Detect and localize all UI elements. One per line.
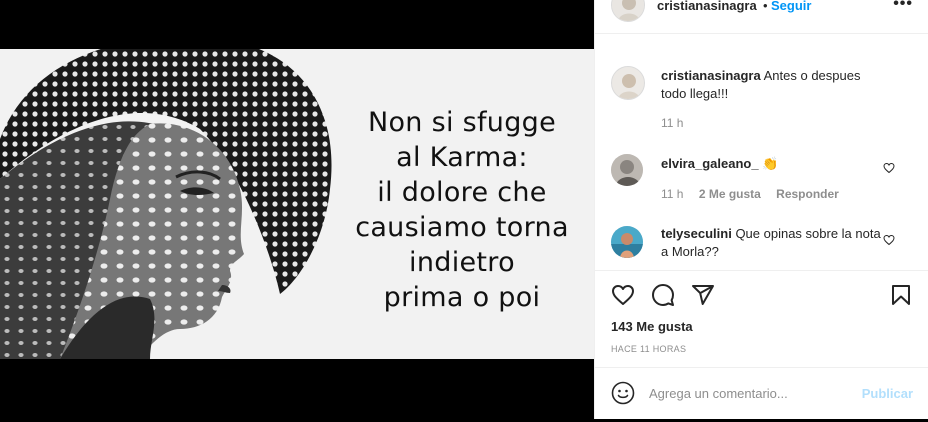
quote-line: al Karma: <box>396 142 528 173</box>
comment-username[interactable]: cristianasinagra <box>661 68 761 83</box>
instagram-post-view: Non si sfugge al Karma: il dolore che ca… <box>0 0 928 419</box>
comment-time[interactable]: 11 h <box>661 187 683 201</box>
more-options-icon[interactable]: ••• <box>893 0 913 13</box>
separator-dot: • <box>763 0 768 13</box>
comment-meta: 11 h 2 Me gusta Responder <box>661 187 851 201</box>
comment-item: telyseculini Que opinas sobre la nota a … <box>611 224 913 270</box>
comment-username[interactable]: telyseculini <box>661 226 732 241</box>
share-icon[interactable] <box>691 283 715 307</box>
clapping-hands-emoji: 👏 <box>762 156 779 171</box>
comments-list[interactable]: cristianasinagra Antes o despues todo ll… <box>595 34 928 270</box>
quote-line: causiamo torna <box>355 212 569 243</box>
post-details-panel: cristianasinagra • Seguir ••• cristianas… <box>594 0 928 419</box>
image-quote-text: Non si sfugge al Karma: il dolore che ca… <box>330 105 594 315</box>
emoji-icon[interactable] <box>611 381 635 405</box>
post-media: Non si sfugge al Karma: il dolore che ca… <box>0 0 594 419</box>
reply-button[interactable]: Responder <box>776 187 839 201</box>
comment-icon[interactable] <box>651 283 675 307</box>
save-icon[interactable] <box>889 283 913 307</box>
post-actions: 143 Me gusta HACE 11 HORAS Publicar <box>595 270 928 421</box>
quote-line: il dolore che <box>377 177 547 208</box>
publish-button[interactable]: Publicar <box>862 386 913 401</box>
comment-meta: 11 h <box>661 116 695 130</box>
heart-icon[interactable] <box>611 283 635 307</box>
comment-username[interactable]: elvira_galeano_ <box>661 156 759 171</box>
quote-line: prima o poi <box>383 282 541 313</box>
comment-like-heart-icon[interactable] <box>883 162 895 174</box>
author-username[interactable]: cristianasinagra <box>657 0 757 13</box>
commenter-avatar[interactable] <box>611 154 643 186</box>
comment-item: elvira_galeano_ 👏 11 h 2 Me gusta Respon… <box>611 152 913 202</box>
quote-line: indietro <box>409 247 515 278</box>
comment-text: telyseculini Que opinas sobre la nota a … <box>661 225 885 261</box>
commenter-avatar[interactable] <box>611 66 645 100</box>
commenter-avatar[interactable] <box>611 226 643 258</box>
caption-comment: cristianasinagra Antes o despues todo ll… <box>611 66 913 136</box>
comment-like-heart-icon[interactable] <box>883 234 895 246</box>
comment-likes[interactable]: 2 Me gusta <box>699 187 761 201</box>
post-image[interactable]: Non si sfugge al Karma: il dolore che ca… <box>0 49 594 359</box>
comment-text: cristianasinagra Antes o despues todo ll… <box>661 67 885 103</box>
follow-button[interactable]: Seguir <box>771 0 811 13</box>
add-comment-bar: Publicar <box>595 367 928 422</box>
comment-input[interactable] <box>649 381 849 405</box>
likes-count[interactable]: 143 Me gusta <box>611 319 693 334</box>
quote-line: Non si sfugge <box>367 107 557 138</box>
author-avatar[interactable] <box>611 0 645 22</box>
comment-time[interactable]: 11 h <box>661 116 683 130</box>
comment-text: elvira_galeano_ 👏 <box>661 155 885 173</box>
post-timestamp[interactable]: HACE 11 HORAS <box>611 344 686 354</box>
post-header: cristianasinagra • Seguir ••• <box>595 0 928 34</box>
